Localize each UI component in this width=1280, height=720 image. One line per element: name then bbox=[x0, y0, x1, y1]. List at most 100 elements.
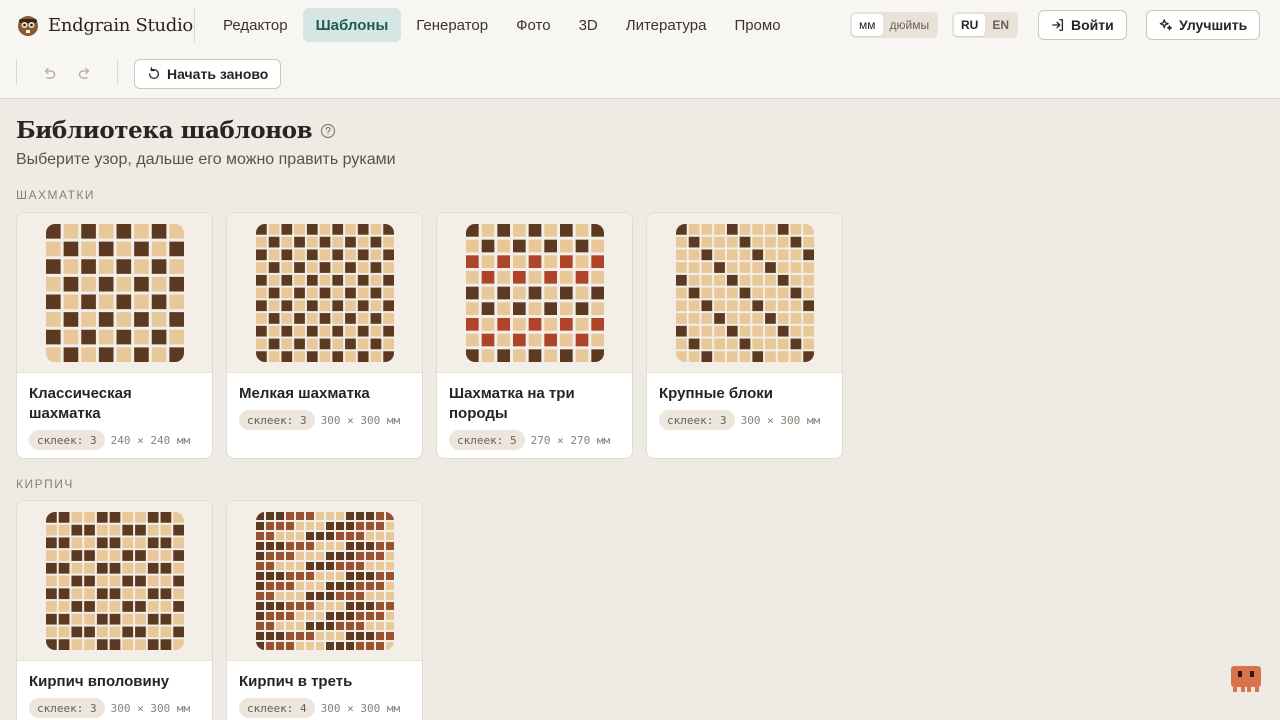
pattern-cell bbox=[777, 350, 789, 362]
pattern-cell bbox=[275, 511, 284, 520]
pattern-cell bbox=[275, 571, 284, 580]
pattern-cell bbox=[764, 223, 776, 235]
pattern-cell bbox=[345, 511, 354, 520]
pattern-cell bbox=[151, 329, 166, 344]
pattern-cell bbox=[739, 261, 750, 273]
pattern-cell bbox=[382, 299, 394, 311]
pattern-cell bbox=[45, 276, 61, 292]
tab-editor[interactable]: Редактор bbox=[210, 8, 301, 42]
pattern-cell bbox=[285, 581, 294, 590]
pattern-cell bbox=[83, 511, 95, 523]
pattern-cell bbox=[344, 274, 356, 286]
template-card[interactable]: Мелкая шахматка склеек: 3 300 × 300 мм bbox=[226, 212, 423, 459]
pattern-cell bbox=[306, 274, 318, 286]
pattern-cell bbox=[80, 276, 96, 292]
pattern-cell bbox=[45, 600, 57, 612]
template-card[interactable]: Шахматка на три породы склеек: 5 270 × 2… bbox=[436, 212, 633, 459]
pattern-cell bbox=[512, 348, 526, 362]
pattern-cell bbox=[325, 601, 334, 610]
pattern-cell bbox=[70, 536, 82, 548]
pattern-cell bbox=[295, 591, 304, 600]
template-card[interactable]: Кирпич вполовину склеек: 3 300 × 300 мм bbox=[16, 500, 213, 720]
upgrade-button[interactable]: Улучшить bbox=[1146, 10, 1261, 40]
pattern-cell bbox=[370, 325, 381, 337]
pattern-cell bbox=[512, 254, 526, 268]
pattern-cell bbox=[559, 333, 573, 346]
pattern-cell bbox=[98, 346, 114, 362]
login-button[interactable]: Войти bbox=[1038, 10, 1127, 40]
pattern-cell bbox=[306, 223, 318, 235]
pattern-cell bbox=[764, 261, 776, 273]
robot-mascot-icon[interactable] bbox=[1231, 666, 1261, 692]
lang-option-en[interactable]: EN bbox=[985, 14, 1016, 36]
redo-icon[interactable] bbox=[76, 66, 94, 82]
restart-button[interactable]: Начать заново bbox=[134, 59, 282, 89]
pattern-cell bbox=[315, 601, 324, 610]
pattern-cell bbox=[109, 575, 120, 586]
tab-photo[interactable]: Фото bbox=[503, 8, 563, 42]
pattern-cell bbox=[172, 626, 184, 637]
template-dimensions: 300 × 300 мм bbox=[320, 413, 401, 427]
pattern-preview bbox=[45, 511, 184, 650]
pattern-cell bbox=[345, 521, 354, 530]
pattern-cell bbox=[70, 524, 82, 535]
pattern-cell bbox=[63, 329, 78, 344]
pattern-cell bbox=[370, 312, 381, 324]
undo-icon[interactable] bbox=[40, 66, 58, 82]
pattern-cell bbox=[590, 223, 604, 237]
pattern-cell bbox=[315, 611, 324, 620]
help-icon[interactable] bbox=[320, 123, 336, 139]
pattern-cell bbox=[465, 239, 479, 252]
pattern-cell bbox=[764, 325, 776, 337]
pattern-cell bbox=[688, 287, 699, 298]
template-card[interactable]: Крупные блоки склеек: 3 300 × 300 мм bbox=[646, 212, 843, 459]
pattern-cell bbox=[355, 601, 364, 610]
pattern-cell bbox=[134, 587, 146, 599]
template-card[interactable]: Классическая шахматка склеек: 3 240 × 24… bbox=[16, 212, 213, 459]
pattern-cell bbox=[739, 287, 750, 298]
pattern-cell bbox=[295, 601, 304, 610]
pattern-cell bbox=[109, 536, 120, 548]
pattern-cell bbox=[790, 350, 801, 362]
brand[interactable]: Endgrain Studio bbox=[16, 12, 193, 38]
pattern-cell bbox=[168, 276, 184, 292]
pattern-cell bbox=[382, 350, 394, 362]
pattern-cell bbox=[255, 261, 267, 273]
pattern-cell bbox=[344, 350, 356, 362]
pattern-cell bbox=[285, 551, 294, 560]
pattern-cell bbox=[265, 611, 274, 620]
template-name: Мелкая шахматка bbox=[239, 385, 370, 402]
units-option-inches[interactable]: дюймы bbox=[883, 14, 937, 36]
pattern-cell bbox=[590, 254, 604, 268]
pattern-cell bbox=[481, 254, 494, 268]
pattern-cell bbox=[385, 631, 394, 640]
pattern-cell bbox=[331, 338, 343, 349]
pattern-cell bbox=[83, 562, 95, 574]
pattern-cell bbox=[688, 350, 699, 362]
template-name: Шахматка на три породы bbox=[449, 385, 575, 422]
tab-templates[interactable]: Шаблоны bbox=[302, 8, 402, 42]
tab-promo[interactable]: Промо bbox=[721, 8, 793, 42]
pattern-cell bbox=[268, 274, 279, 286]
pattern-cell bbox=[315, 541, 324, 550]
pattern-cell bbox=[319, 248, 330, 260]
tab-generator[interactable]: Генератор bbox=[403, 8, 501, 42]
tab-3d[interactable]: 3D bbox=[566, 8, 611, 42]
section-label-brick: КИРПИЧ bbox=[16, 477, 74, 491]
pattern-cell bbox=[357, 287, 369, 298]
units-option-mm[interactable]: мм bbox=[852, 14, 883, 36]
pattern-cell bbox=[713, 274, 725, 286]
pattern-cell bbox=[335, 551, 344, 560]
tab-literature[interactable]: Литература bbox=[613, 8, 720, 42]
pattern-cell bbox=[575, 317, 588, 331]
pattern-cell bbox=[280, 261, 292, 273]
pattern-cell bbox=[315, 641, 324, 650]
pattern-cell bbox=[496, 239, 510, 252]
upgrade-label: Улучшить bbox=[1179, 17, 1248, 33]
lang-option-ru[interactable]: RU bbox=[954, 14, 986, 36]
refresh-icon bbox=[148, 67, 160, 80]
pattern-cell bbox=[357, 350, 369, 362]
pattern-cell bbox=[344, 299, 356, 311]
template-card[interactable]: Кирпич в треть склеек: 4 300 × 300 мм bbox=[226, 500, 423, 720]
pattern-cell bbox=[465, 348, 479, 362]
